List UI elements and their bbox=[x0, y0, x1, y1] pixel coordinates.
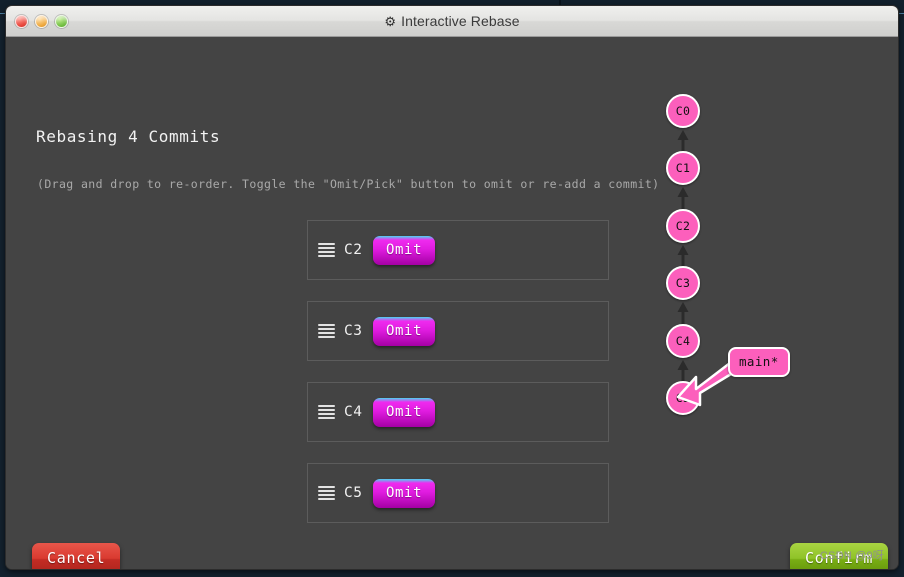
commit-node[interactable]: C0 bbox=[666, 94, 700, 128]
window-controls bbox=[15, 6, 68, 37]
branch-label-main[interactable]: main* bbox=[728, 347, 790, 377]
close-button[interactable] bbox=[15, 15, 28, 28]
drag-handle-icon[interactable] bbox=[318, 405, 335, 419]
commit-row[interactable]: C2 Omit bbox=[307, 220, 609, 280]
gear-icon: ⚙ bbox=[384, 13, 397, 29]
drag-handle-icon[interactable] bbox=[318, 243, 335, 257]
instructions-text: (Drag and drop to re-order. Toggle the "… bbox=[37, 177, 660, 191]
minimize-button[interactable] bbox=[35, 15, 48, 28]
commit-id-label: C2 bbox=[344, 242, 363, 258]
commit-list: C2 Omit C3 Omit C4 Omit C5 Omit bbox=[307, 220, 609, 544]
page-title: Rebasing 4 Commits bbox=[36, 127, 221, 146]
commit-node[interactable]: C2 bbox=[666, 209, 700, 243]
drag-handle-icon[interactable] bbox=[318, 324, 335, 338]
commit-graph: main* C0C1C2C3C4C5 bbox=[616, 37, 898, 569]
commit-row[interactable]: C3 Omit bbox=[307, 301, 609, 361]
maximize-button[interactable] bbox=[55, 15, 68, 28]
drag-handle-icon[interactable] bbox=[318, 486, 335, 500]
commit-row[interactable]: C5 Omit bbox=[307, 463, 609, 523]
omit-pick-button[interactable]: Omit bbox=[373, 478, 436, 508]
commit-id-label: C4 bbox=[344, 404, 363, 420]
window-body: Rebasing 4 Commits (Drag and drop to re-… bbox=[6, 37, 898, 569]
commit-node[interactable]: C3 bbox=[666, 266, 700, 300]
omit-pick-button[interactable]: Omit bbox=[373, 235, 436, 265]
omit-pick-button[interactable]: Omit bbox=[373, 316, 436, 346]
omit-pick-button[interactable]: Omit bbox=[373, 397, 436, 427]
interactive-rebase-window: ⚙ Interactive Rebase Rebasing 4 Commits … bbox=[5, 5, 899, 570]
watermark: CSDN @9呀 bbox=[819, 550, 884, 562]
cancel-button[interactable]: Cancel bbox=[32, 543, 121, 569]
window-title: ⚙ Interactive Rebase bbox=[384, 13, 519, 29]
window-titlebar: ⚙ Interactive Rebase bbox=[6, 6, 898, 37]
commit-id-label: C5 bbox=[344, 485, 363, 501]
commit-node[interactable]: C1 bbox=[666, 151, 700, 185]
commit-id-label: C3 bbox=[344, 323, 363, 339]
window-title-text: Interactive Rebase bbox=[401, 13, 520, 29]
commit-row[interactable]: C4 Omit bbox=[307, 382, 609, 442]
